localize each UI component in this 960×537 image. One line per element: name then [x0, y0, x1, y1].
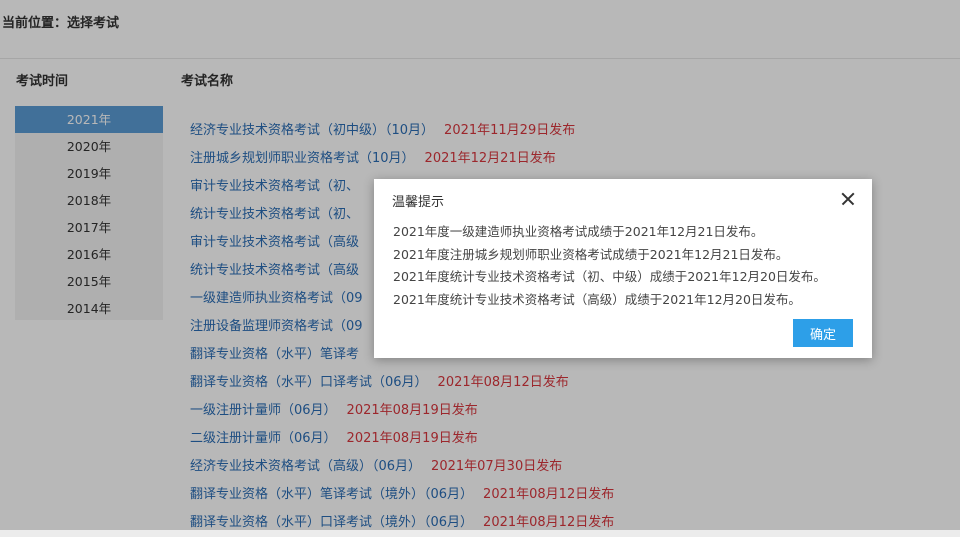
dialog-message: 2021年度统计专业技术资格考试（高级）成绩于2021年12月20日发布。	[393, 291, 801, 307]
dialog-title: 温馨提示	[392, 195, 445, 210]
confirm-button[interactable]: 确定	[793, 319, 853, 347]
dialog-body: 2021年度一级建造师执业资格考试成绩于2021年12月21日发布。 2021年度…	[393, 221, 863, 311]
dialog-message: 2021年度统计专业技术资格考试（初、中级）成绩于2021年12月20日发布。	[393, 269, 826, 284]
dialog-message: 2021年度注册城乡规划师职业资格考试成绩于2021年12月21日发布。	[393, 246, 789, 262]
close-icon[interactable]	[838, 189, 858, 209]
notice-dialog: 温馨提示 2021年度一级建造师执业资格考试成绩于2021年12月21日发布。 2…	[374, 179, 872, 358]
dialog-message: 2021年度一级建造师执业资格考试成绩于2021年12月21日发布。	[393, 224, 764, 239]
